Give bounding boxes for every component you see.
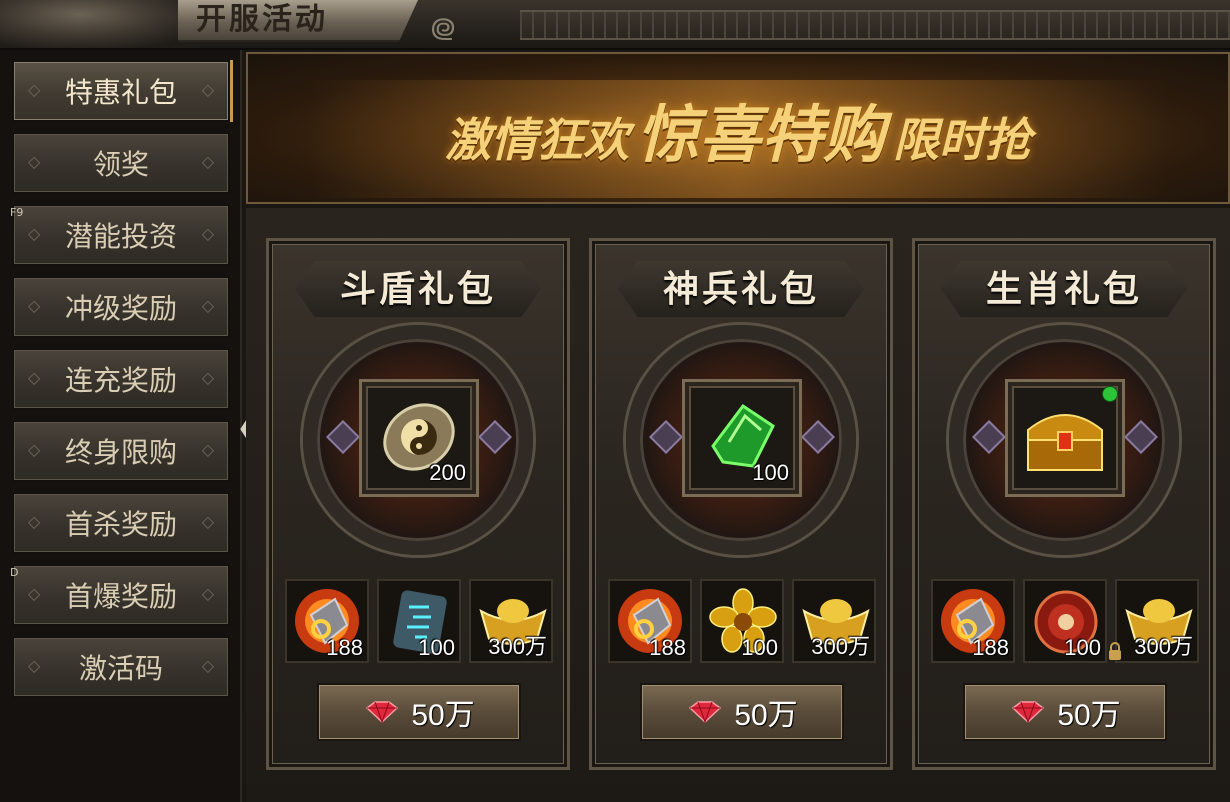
- reward-slot[interactable]: 188: [608, 579, 692, 663]
- ruby-gem-icon: [689, 701, 722, 724]
- item-qty: 100: [741, 635, 778, 660]
- card-title: 生肖礼包: [985, 268, 1142, 310]
- sidebar-item-potential-invest[interactable]: 潜能投资: [12, 204, 230, 266]
- hotkey-d-label: D: [10, 566, 19, 579]
- new-indicator-icon: [1102, 386, 1118, 402]
- sidebar-item-label: 首爆奖励: [64, 580, 177, 613]
- item-qty: 188: [972, 635, 1009, 660]
- sidebar-item-label: 潜能投资: [64, 220, 177, 253]
- sidebar-item-label: 首杀奖励: [64, 508, 177, 541]
- sidebar-item-first-drop[interactable]: 首爆奖励: [12, 564, 230, 626]
- buy-button[interactable]: 50万: [963, 683, 1167, 741]
- sidebar-item-special-gift[interactable]: 特惠礼包: [12, 60, 230, 122]
- reward-slot[interactable]: 100: [700, 579, 784, 663]
- buy-button[interactable]: 50万: [317, 683, 521, 741]
- item-qty: 300万: [488, 634, 547, 659]
- dragon-ornament-icon: [0, 0, 200, 48]
- reward-slot[interactable]: 300万: [1109, 579, 1199, 663]
- sidebar-item-activation-code[interactable]: 激活码: [12, 636, 230, 698]
- banner-text-part1: 激情狂欢: [444, 113, 629, 167]
- reward-slot[interactable]: 300万: [469, 579, 553, 663]
- price-label: 50万: [1057, 699, 1121, 732]
- main-item-slot[interactable]: 100: [682, 379, 802, 497]
- buy-button[interactable]: 50万: [640, 683, 844, 741]
- card-title: 神兵礼包: [662, 268, 819, 310]
- main-item-slot[interactable]: 200: [359, 379, 479, 497]
- sidebar-item-label: 连充奖励: [64, 364, 177, 397]
- page-title: 开服活动: [196, 2, 328, 37]
- lock-icon: [1109, 642, 1121, 660]
- sidebar-item-recharge-reward[interactable]: 连充奖励: [12, 348, 230, 410]
- top-bar: 开服活动 ᪤: [0, 0, 1230, 50]
- banner-headline: 激情狂欢 惊喜特购 限时抢: [308, 84, 1168, 174]
- item-qty: 188: [649, 635, 686, 660]
- greek-key-border: [520, 10, 1230, 40]
- gift-card-shengxiao: 生肖礼包 188 100 300万 50万: [912, 238, 1216, 770]
- price-label: 50万: [411, 699, 475, 732]
- sidebar: 特惠礼包 领奖 潜能投资 冲级奖励 连充奖励 终身限购 首杀奖励 首爆奖励 激活…: [0, 50, 242, 802]
- sidebar-item-label: 领奖: [92, 148, 149, 181]
- sidebar-item-level-reward[interactable]: 冲级奖励: [12, 276, 230, 338]
- item-qty: 188: [326, 635, 363, 660]
- gift-card-shenbing: 神兵礼包 100 188 100 300万 50万: [589, 238, 893, 770]
- hotkey-f9-label: F9: [10, 206, 24, 219]
- promo-banner: 激情狂欢 惊喜特购 限时抢: [246, 52, 1230, 204]
- reward-slot[interactable]: 300万: [792, 579, 876, 663]
- reward-slot[interactable]: 188: [285, 579, 369, 663]
- ruby-gem-icon: [1012, 701, 1045, 724]
- reward-slot[interactable]: 100: [1023, 579, 1107, 663]
- item-qty: 100: [418, 635, 455, 660]
- gift-card-doudun: 斗盾礼包 200 188 100 300万 50万: [266, 238, 570, 770]
- banner-text-part3: 限时抢: [893, 113, 1031, 167]
- reward-slot[interactable]: 100: [377, 579, 461, 663]
- sidebar-item-label: 特惠礼包: [64, 76, 177, 109]
- sidebar-item-claim[interactable]: 领奖: [12, 132, 230, 194]
- reward-slot[interactable]: 188: [931, 579, 1015, 663]
- card-title: 斗盾礼包: [339, 268, 496, 310]
- treasure-chest-icon: [1027, 414, 1103, 471]
- gift-pack-area: 斗盾礼包 200 188 100 300万 50万 神兵礼包 100 188 1…: [246, 208, 1230, 802]
- price-label: 50万: [734, 699, 798, 732]
- item-qty: 200: [429, 460, 466, 485]
- ruby-gem-icon: [366, 701, 399, 724]
- sidebar-item-label: 冲级奖励: [64, 292, 177, 325]
- banner-text-part2: 惊喜特购: [636, 98, 885, 171]
- item-qty: 100: [1064, 635, 1101, 660]
- main-item-slot[interactable]: [1005, 379, 1125, 497]
- scroll-ornament-icon: ᪤: [430, 8, 457, 49]
- sidebar-item-label: 激活码: [78, 652, 163, 685]
- sidebar-item-first-kill[interactable]: 首杀奖励: [12, 492, 230, 554]
- sidebar-item-lifetime-limit[interactable]: 终身限购: [12, 420, 230, 482]
- item-qty: 100: [752, 460, 789, 485]
- item-qty: 300万: [811, 634, 870, 659]
- item-qty: 300万: [1134, 634, 1193, 659]
- sidebar-item-label: 终身限购: [64, 436, 177, 469]
